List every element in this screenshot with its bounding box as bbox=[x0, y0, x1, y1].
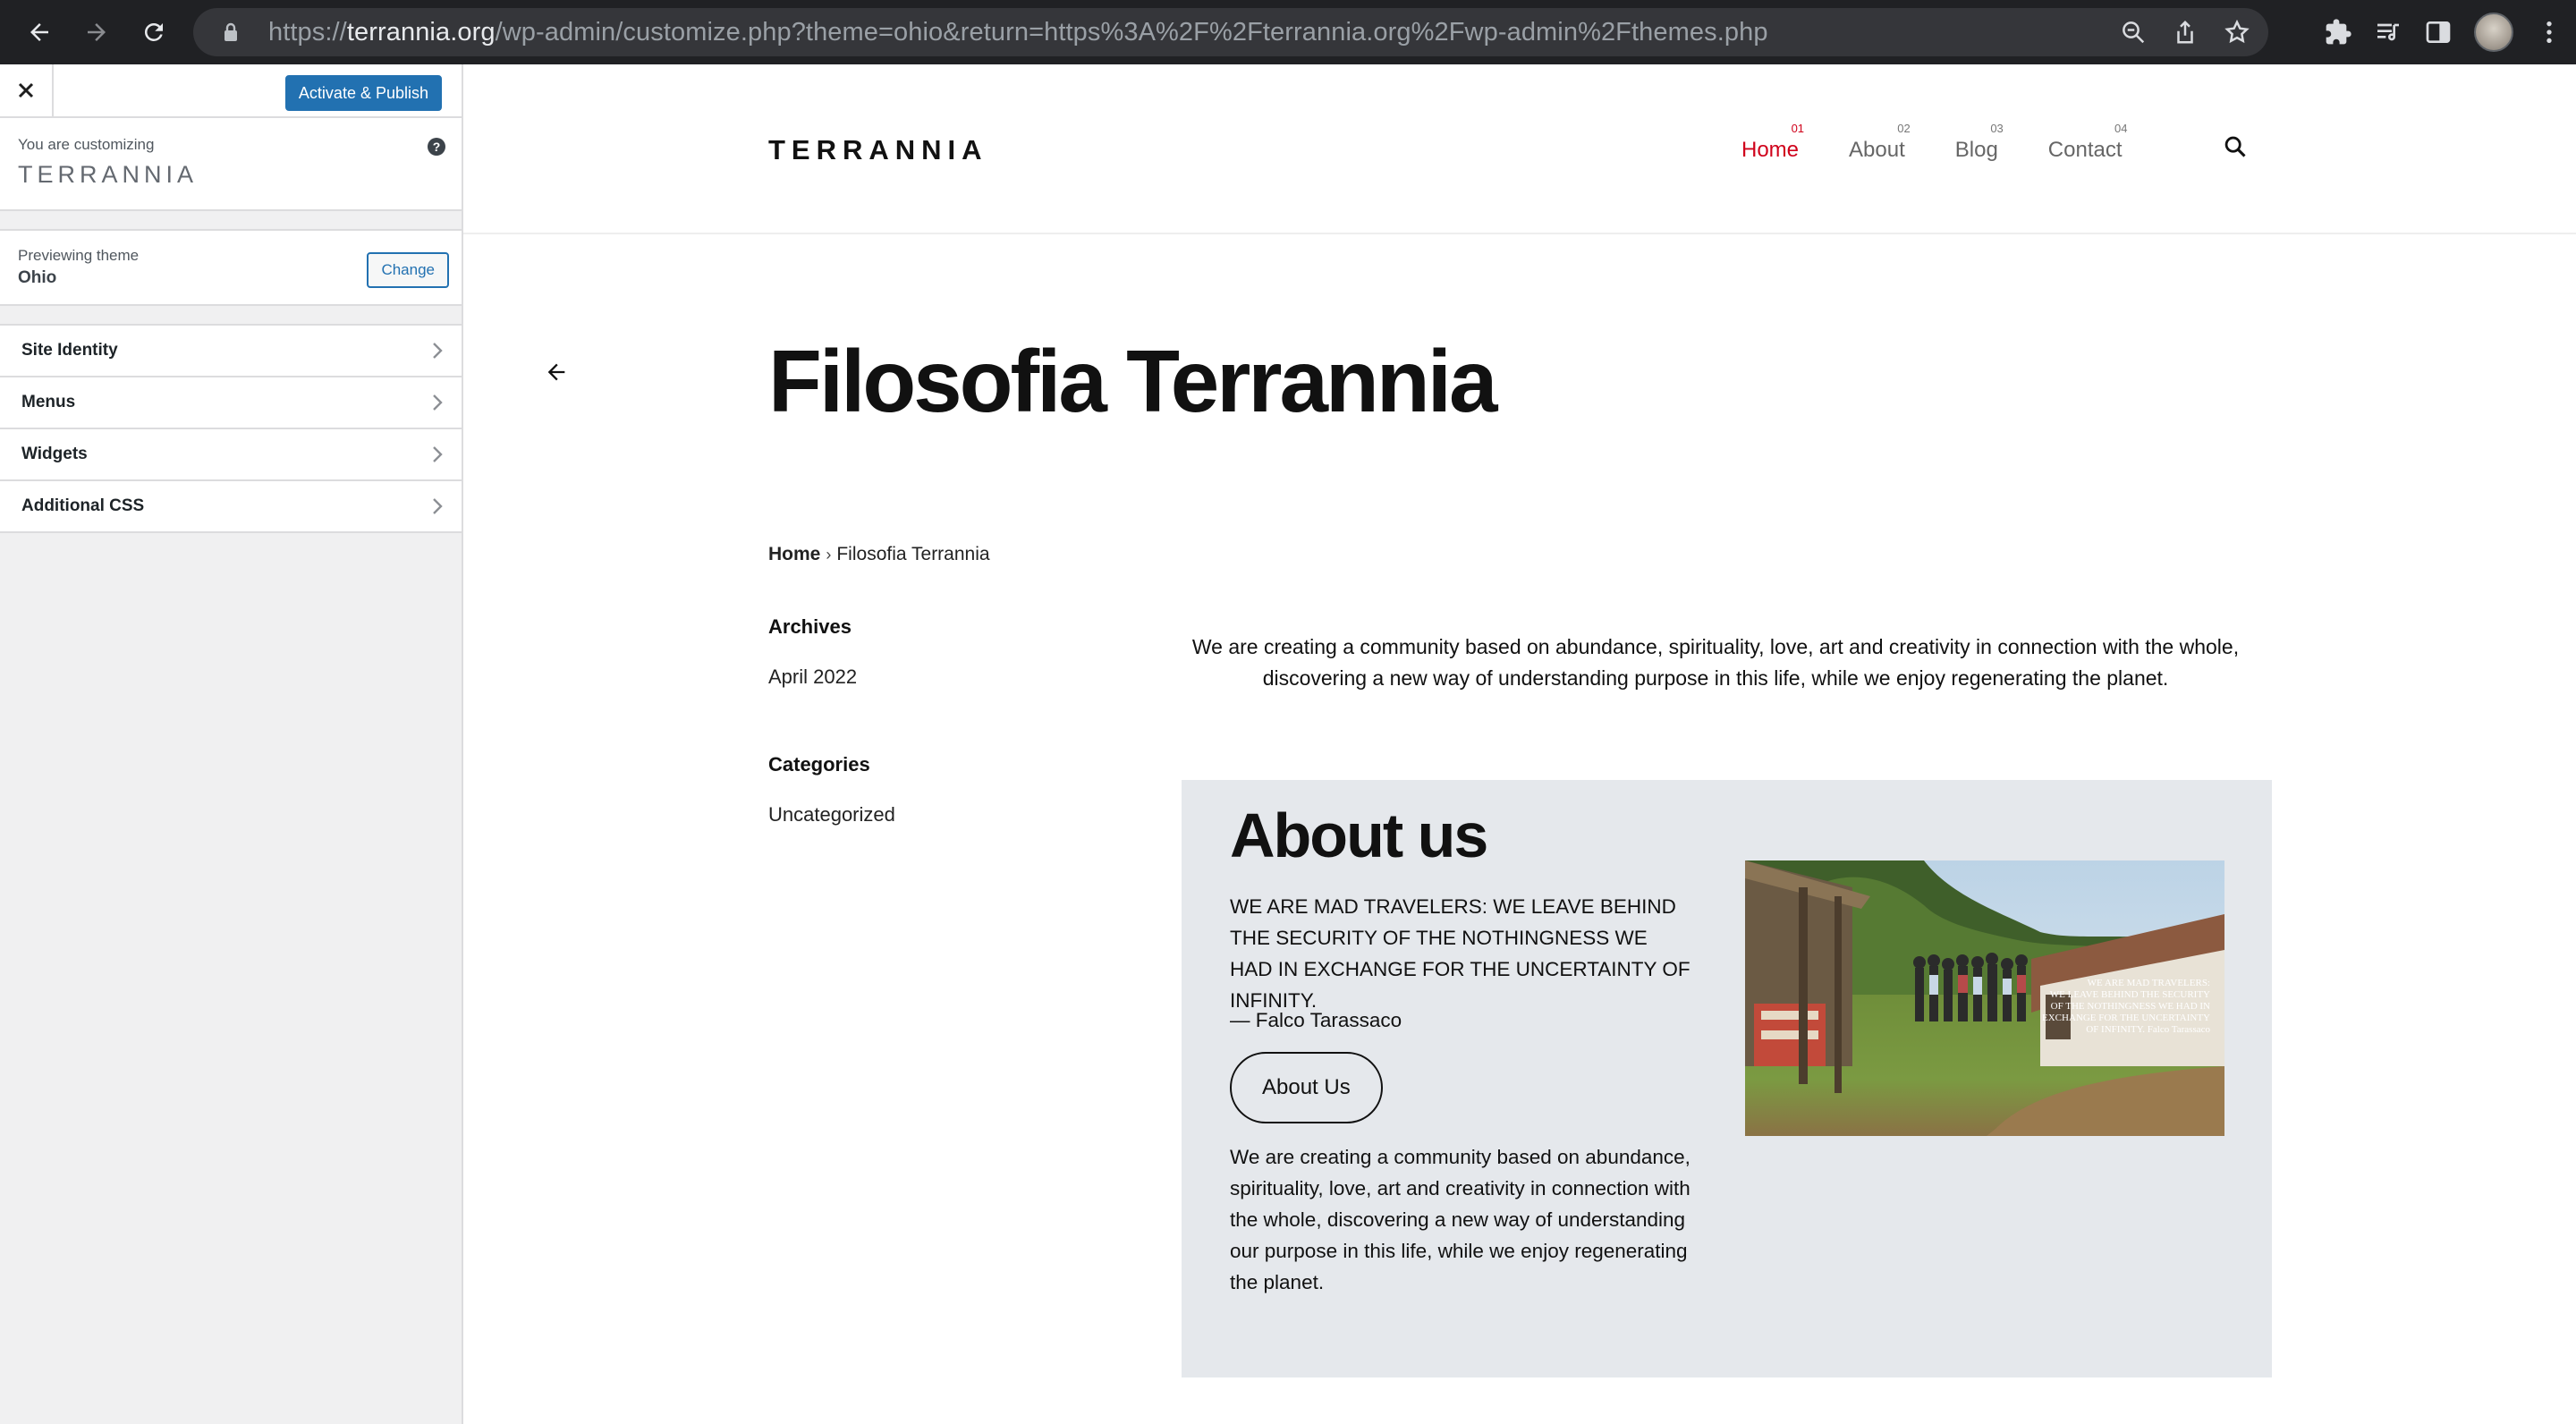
back-button[interactable] bbox=[11, 4, 68, 61]
address-bar[interactable]: https://terrannia.org/wp-admin/customize… bbox=[193, 8, 2268, 56]
chevron-right-icon bbox=[431, 496, 444, 516]
url-text: https://terrannia.org/wp-admin/customize… bbox=[268, 17, 1768, 47]
nav-number: 01 bbox=[1791, 122, 1805, 135]
forward-button[interactable] bbox=[68, 4, 125, 61]
theme-info: Previewing theme Ohio Change bbox=[0, 229, 462, 306]
photo-caption-line: OF THE NOTHINGNESS WE HAD IN bbox=[2051, 1001, 2210, 1012]
extensions-icon[interactable] bbox=[2324, 18, 2352, 47]
close-customizer-button[interactable] bbox=[0, 64, 54, 116]
close-icon bbox=[18, 82, 34, 98]
help-icon[interactable]: ? bbox=[428, 138, 445, 156]
browser-toolbar: https://terrannia.org/wp-admin/customize… bbox=[0, 0, 2576, 64]
profile-avatar[interactable] bbox=[2474, 13, 2513, 52]
site-logo[interactable]: TERRANNIA bbox=[768, 134, 988, 166]
about-heading: About us bbox=[1230, 801, 1488, 870]
photo-caption-line: OF INFINITY. Falco Tarassaco bbox=[2086, 1024, 2210, 1035]
reload-icon bbox=[144, 22, 163, 41]
photo-caption-line: WE ARE MAD TRAVELERS: bbox=[2088, 978, 2210, 988]
nav-item-contact[interactable]: 04 Contact bbox=[2047, 122, 2128, 163]
chevron-right-icon bbox=[431, 393, 444, 412]
section-menus[interactable]: Menus bbox=[0, 377, 462, 429]
customizer-panel: Activate & Publish You are customizing T… bbox=[0, 64, 463, 1424]
site-preview: TERRANNIA 01 Home 02 About 03 Blog 04 Co… bbox=[463, 64, 2576, 1424]
archive-link[interactable]: April 2022 bbox=[768, 665, 857, 689]
breadcrumb-home-link[interactable]: Home bbox=[768, 544, 820, 565]
reload-button[interactable] bbox=[125, 4, 182, 61]
customizer-sections: Site Identity Menus Widgets Additional C… bbox=[0, 324, 462, 533]
breadcrumb: Home › Filosofia Terrannia bbox=[768, 544, 990, 565]
about-quote: WE ARE MAD TRAVELERS: WE LEAVE BEHIND TH… bbox=[1230, 895, 1690, 1012]
section-label: Menus bbox=[21, 393, 76, 411]
nav-item-home[interactable]: 01 Home bbox=[1741, 122, 1804, 163]
section-site-identity[interactable]: Site Identity bbox=[0, 326, 462, 377]
zoom-icon[interactable] bbox=[2120, 19, 2147, 46]
intro-text: We are creating a community based on abu… bbox=[1191, 635, 2240, 690]
change-theme-button[interactable]: Change bbox=[367, 252, 449, 288]
about-text: We are creating a community based on abu… bbox=[1230, 1146, 1690, 1293]
about-us-button[interactable]: About Us bbox=[1230, 1052, 1383, 1123]
nav-item-blog[interactable]: 03 Blog bbox=[1955, 122, 2004, 163]
main-nav: 01 Home 02 About 03 Blog 04 Contact bbox=[1741, 122, 2173, 163]
customizing-info: You are customizing TERRANNIA ? bbox=[0, 118, 462, 211]
arrow-right-icon bbox=[88, 23, 106, 41]
nav-label: Home bbox=[1741, 138, 1800, 162]
chevron-right-icon bbox=[431, 445, 444, 464]
breadcrumb-separator: › bbox=[826, 545, 832, 564]
customizer-header: Activate & Publish bbox=[0, 64, 462, 118]
breadcrumb-current: Filosofia Terrannia bbox=[836, 544, 990, 564]
section-label: Additional CSS bbox=[21, 496, 145, 515]
customizing-label: You are customizing bbox=[18, 136, 155, 153]
category-link[interactable]: Uncategorized bbox=[768, 803, 895, 826]
about-section: About us WE ARE MAD TRAVELERS: WE LEAVE … bbox=[1182, 780, 2272, 1377]
reading-list-icon[interactable] bbox=[2374, 18, 2402, 47]
section-label: Site Identity bbox=[21, 341, 118, 360]
photo-caption-line: EXCHANGE FOR THE UNCERTAINTY bbox=[2042, 1013, 2210, 1023]
nav-item-about[interactable]: 02 About bbox=[1849, 122, 1911, 163]
nav-label: Contact bbox=[2047, 138, 2123, 162]
photo-caption-line: WE LEAVE BEHIND THE SECURITY bbox=[2050, 989, 2210, 1000]
search-icon[interactable] bbox=[2223, 134, 2248, 164]
share-icon[interactable] bbox=[2172, 19, 2199, 46]
lock-icon bbox=[211, 21, 250, 43]
activate-publish-button[interactable]: Activate & Publish bbox=[284, 75, 442, 111]
side-panel-icon[interactable] bbox=[2424, 18, 2453, 47]
chevron-right-icon bbox=[431, 341, 444, 360]
customizing-site-name: TERRANNIA bbox=[18, 161, 199, 188]
community-photo: WE ARE MAD TRAVELERS: WE LEAVE BEHIND TH… bbox=[1745, 860, 2224, 1136]
quote-author: — Falco Tarassaco bbox=[1230, 1009, 1402, 1031]
categories-heading: Categories bbox=[768, 753, 870, 776]
bookmark-star-icon[interactable] bbox=[2224, 19, 2250, 46]
arrow-left-icon bbox=[30, 23, 48, 41]
page-title: Filosofia Terrannia bbox=[768, 332, 1497, 430]
kebab-menu-icon[interactable] bbox=[2535, 18, 2563, 47]
back-arrow-icon[interactable] bbox=[544, 360, 569, 389]
site-header: TERRANNIA 01 Home 02 About 03 Blog 04 Co… bbox=[463, 64, 2576, 234]
section-label: Widgets bbox=[21, 445, 88, 463]
nav-number: 02 bbox=[1897, 122, 1911, 135]
section-additional-css[interactable]: Additional CSS bbox=[0, 481, 462, 533]
archives-heading: Archives bbox=[768, 615, 852, 638]
nav-number: 04 bbox=[2114, 122, 2128, 135]
section-widgets[interactable]: Widgets bbox=[0, 429, 462, 481]
nav-number: 03 bbox=[1990, 122, 2004, 135]
